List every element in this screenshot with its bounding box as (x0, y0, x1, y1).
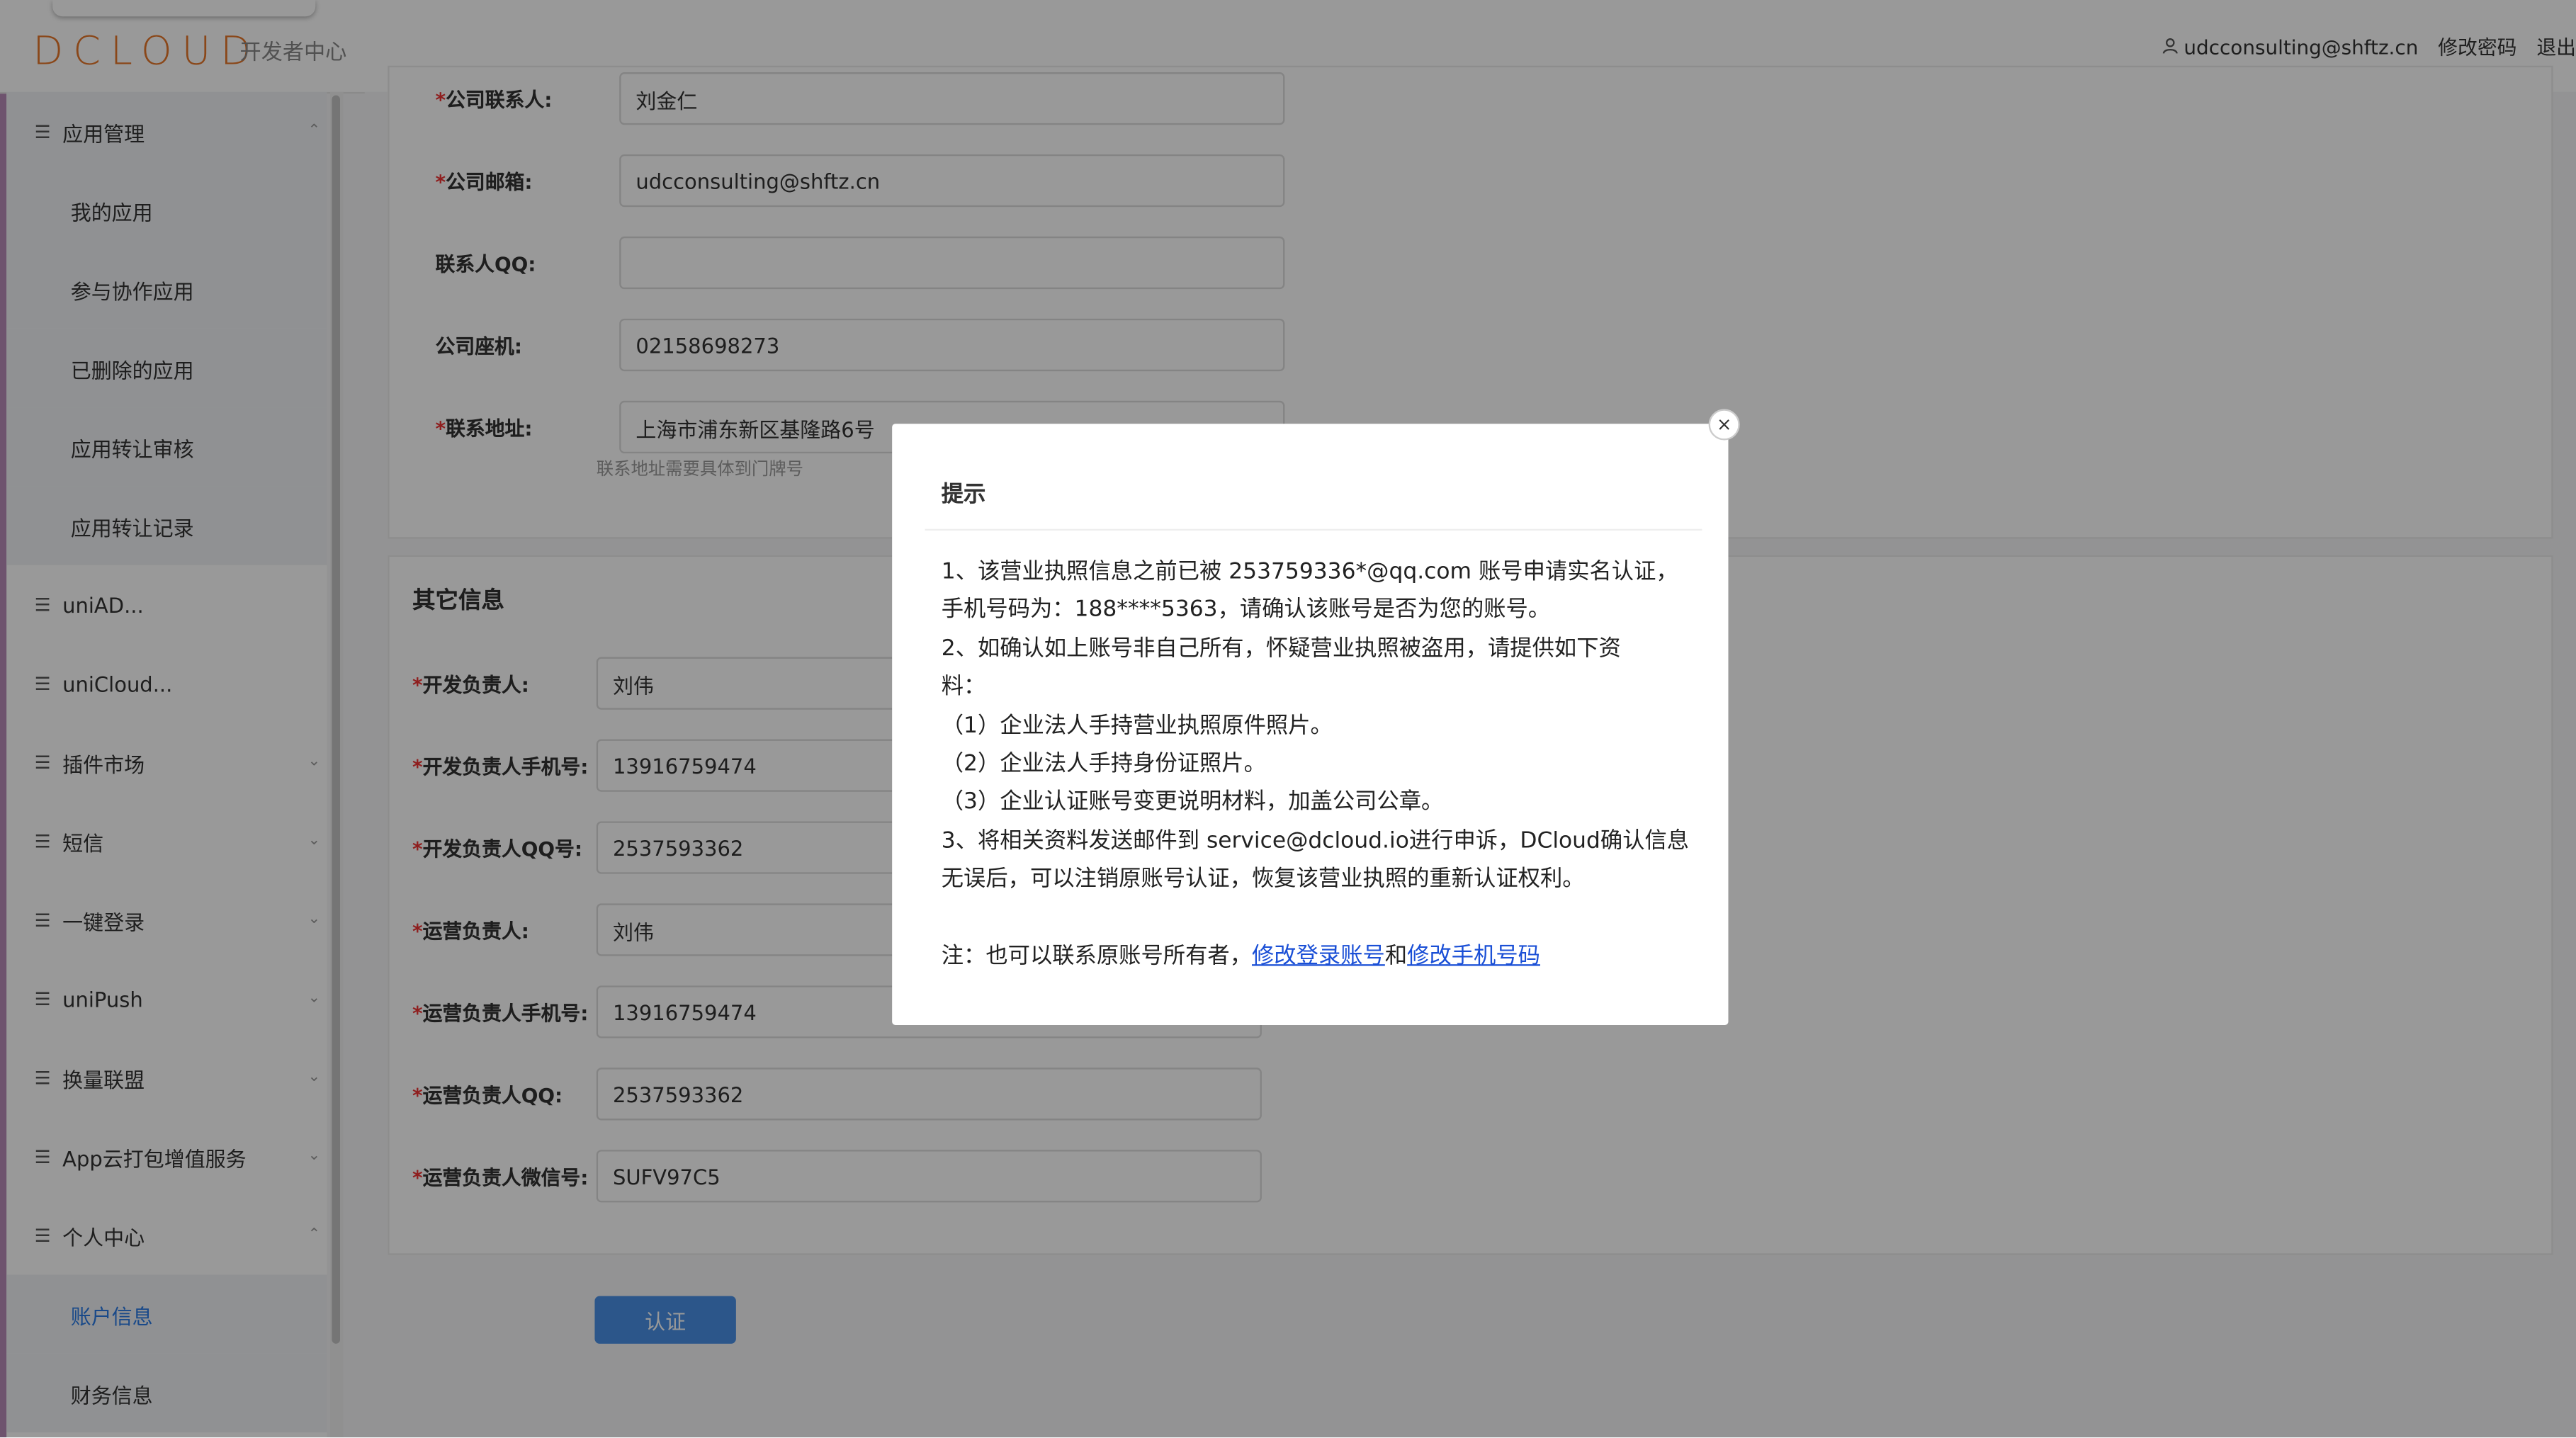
change-phone-link[interactable]: 修改手机号码 (1407, 943, 1540, 969)
dialog-line: 无误后，可以注销原账号认证，恢复该营业执照的重新认证权利。 (941, 866, 1585, 893)
page: DCLOUD 开发者中心 udcconsulting@shftz.cn 修改密码… (0, 0, 2576, 1438)
dialog-note: 注：也可以联系原账号所有者，修改登录账号和修改手机号码 (941, 943, 1540, 970)
dialog-line: 料： (941, 674, 986, 701)
dialog-line: 1、该营业执照信息之前已被 253759336*@qq.com 账号申请实名认证… (941, 558, 1678, 585)
dialog-line: 手机号码为：188****5363，请确认该账号是否为您的账号。 (941, 596, 1551, 623)
dialog-line: （3）企业认证账号变更说明材料，加盖公司公章。 (941, 789, 1444, 816)
dialog-title: 提示 (941, 481, 986, 508)
divider (925, 528, 1702, 531)
dialog-body: 1、该营业执照信息之前已被 253759336*@qq.com 账号申请实名认证… (942, 553, 1697, 976)
notice-dialog: × 提示 1、该营业执照信息之前已被 253759336*@qq.com 账号申… (892, 409, 1740, 1025)
change-login-account-link[interactable]: 修改登录账号 (1252, 943, 1385, 969)
dialog-line: （1）企业法人手持营业执照原件照片。 (941, 712, 1333, 739)
dialog-line: 2、如确认如上账号非自己所有，怀疑营业执照被盗用，请提供如下资 (941, 635, 1621, 662)
dialog-line: （2）企业法人手持身份证照片。 (941, 750, 1266, 777)
close-icon[interactable]: × (1708, 409, 1740, 441)
dialog-line: 3、将相关资料发送邮件到 service@dcloud.io进行申诉，DClou… (941, 827, 1690, 854)
